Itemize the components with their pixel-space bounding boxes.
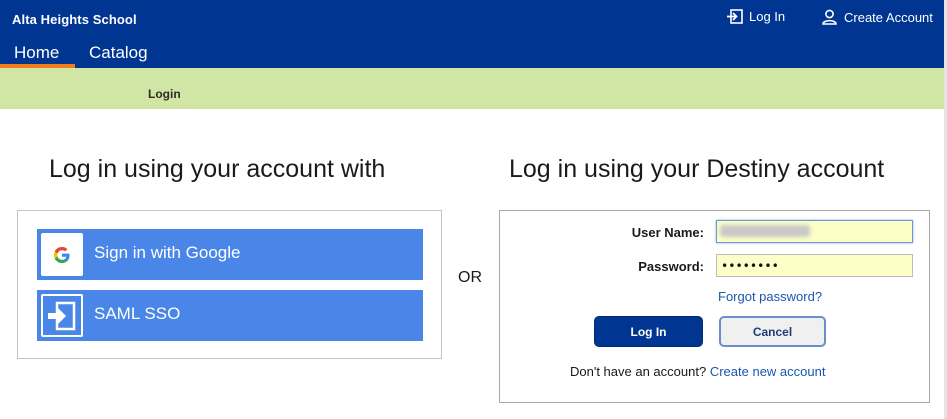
- saml-sso-button[interactable]: SAML SSO: [37, 290, 423, 341]
- user-icon: [821, 9, 838, 25]
- header-create-account-label: Create Account: [844, 9, 933, 25]
- password-label: Password:: [638, 259, 704, 274]
- login-icon: [726, 9, 743, 24]
- google-icon: [41, 233, 83, 276]
- school-name: Alta Heights School: [12, 12, 137, 27]
- google-signin-button[interactable]: Sign in with Google: [37, 229, 423, 280]
- breadcrumb: Login: [148, 87, 181, 101]
- top-header: Alta Heights School Log In Create Accoun…: [0, 0, 947, 68]
- external-login-heading: Log in using your account with: [49, 155, 386, 183]
- or-separator: OR: [458, 269, 482, 286]
- destiny-login-heading: Log in using your Destiny account: [509, 155, 885, 183]
- tab-catalog[interactable]: Catalog: [89, 43, 148, 63]
- username-label: User Name:: [631, 225, 704, 240]
- header-login-label: Log In: [749, 9, 786, 24]
- tab-home[interactable]: Home: [14, 43, 59, 63]
- external-login-panel: Sign in with Google SAML SSO: [17, 210, 442, 359]
- header-login-link[interactable]: Log In: [726, 9, 785, 24]
- forgot-password-link[interactable]: Forgot password?: [718, 289, 822, 304]
- signup-prompt: Don't have an account? Create new accoun…: [570, 364, 825, 379]
- login-button[interactable]: Log In: [594, 316, 703, 347]
- no-account-text: Don't have an account?: [570, 364, 707, 379]
- create-new-account-link[interactable]: Create new account: [710, 364, 826, 379]
- destiny-login-panel: User Name: Password: Forgot password? Lo…: [499, 210, 930, 403]
- cancel-button[interactable]: Cancel: [719, 316, 826, 347]
- google-signin-label: Sign in with Google: [94, 243, 241, 262]
- breadcrumb-bar: Login: [0, 68, 947, 109]
- login-arrow-icon: [41, 294, 83, 337]
- password-field[interactable]: [716, 254, 913, 277]
- header-create-account-link[interactable]: Create Account: [821, 9, 933, 25]
- saml-sso-label: SAML SSO: [94, 304, 181, 323]
- redacted-username: [720, 225, 810, 237]
